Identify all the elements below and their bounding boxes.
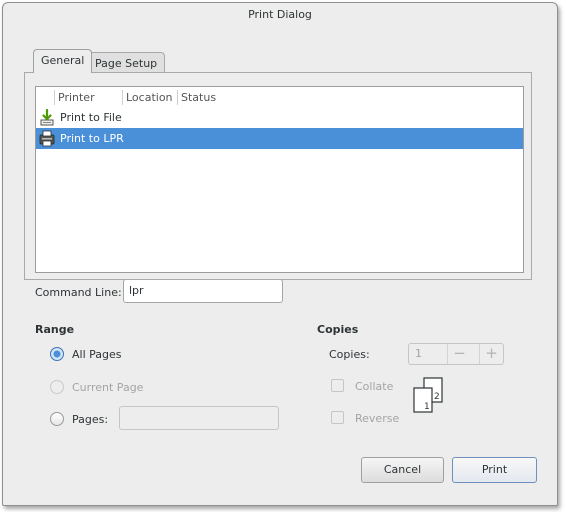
collate-page-number-2: 2 <box>434 392 440 402</box>
cancel-button[interactable]: Cancel <box>361 457 444 483</box>
all-pages-label[interactable]: All Pages <box>72 348 122 361</box>
column-header-location[interactable]: Location <box>122 90 178 105</box>
reverse-checkbox[interactable] <box>331 411 344 424</box>
current-page-radio[interactable] <box>50 380 64 394</box>
printer-list[interactable]: Printer Location Status Print to File Pr… <box>35 86 524 273</box>
pages-radio[interactable] <box>50 412 64 426</box>
printer-row-print-to-lpr[interactable]: Print to LPR <box>36 128 523 149</box>
column-header-printer[interactable]: Printer <box>54 90 123 105</box>
increment-copies-button[interactable]: + <box>479 344 503 364</box>
all-pages-radio[interactable] <box>50 347 64 361</box>
collate-label[interactable]: Collate <box>355 380 393 393</box>
pages-label[interactable]: Pages: <box>72 413 108 426</box>
copies-spin-button[interactable]: 1 − + <box>408 343 504 365</box>
collate-pages-icon: 2 1 <box>413 377 443 413</box>
collate-checkbox[interactable] <box>331 379 344 392</box>
copies-value[interactable]: 1 <box>415 344 422 364</box>
column-header-status[interactable]: Status <box>177 90 247 105</box>
print-button[interactable]: Print <box>452 457 537 483</box>
printer-name: Print to File <box>60 111 122 124</box>
reverse-label[interactable]: Reverse <box>355 412 399 425</box>
printer-icon <box>39 130 55 147</box>
printer-list-header: Printer Location Status <box>36 87 523 107</box>
window-title: Print Dialog <box>248 8 312 21</box>
command-line-label: Command Line: <box>35 286 122 299</box>
decrement-copies-button[interactable]: − <box>447 344 471 364</box>
range-heading: Range <box>35 323 75 336</box>
copies-heading: Copies <box>317 323 359 336</box>
pages-range-input[interactable] <box>119 406 279 430</box>
current-page-label[interactable]: Current Page <box>72 381 143 394</box>
tab-general[interactable]: General <box>33 49 93 73</box>
printer-name: Print to LPR <box>60 132 124 145</box>
printer-row-print-to-file[interactable]: Print to File <box>36 107 523 128</box>
command-line-input[interactable]: lpr <box>123 279 283 303</box>
copies-label: Copies: <box>329 348 370 361</box>
collate-page-number-1: 1 <box>424 402 430 412</box>
print-to-file-icon <box>40 109 54 126</box>
